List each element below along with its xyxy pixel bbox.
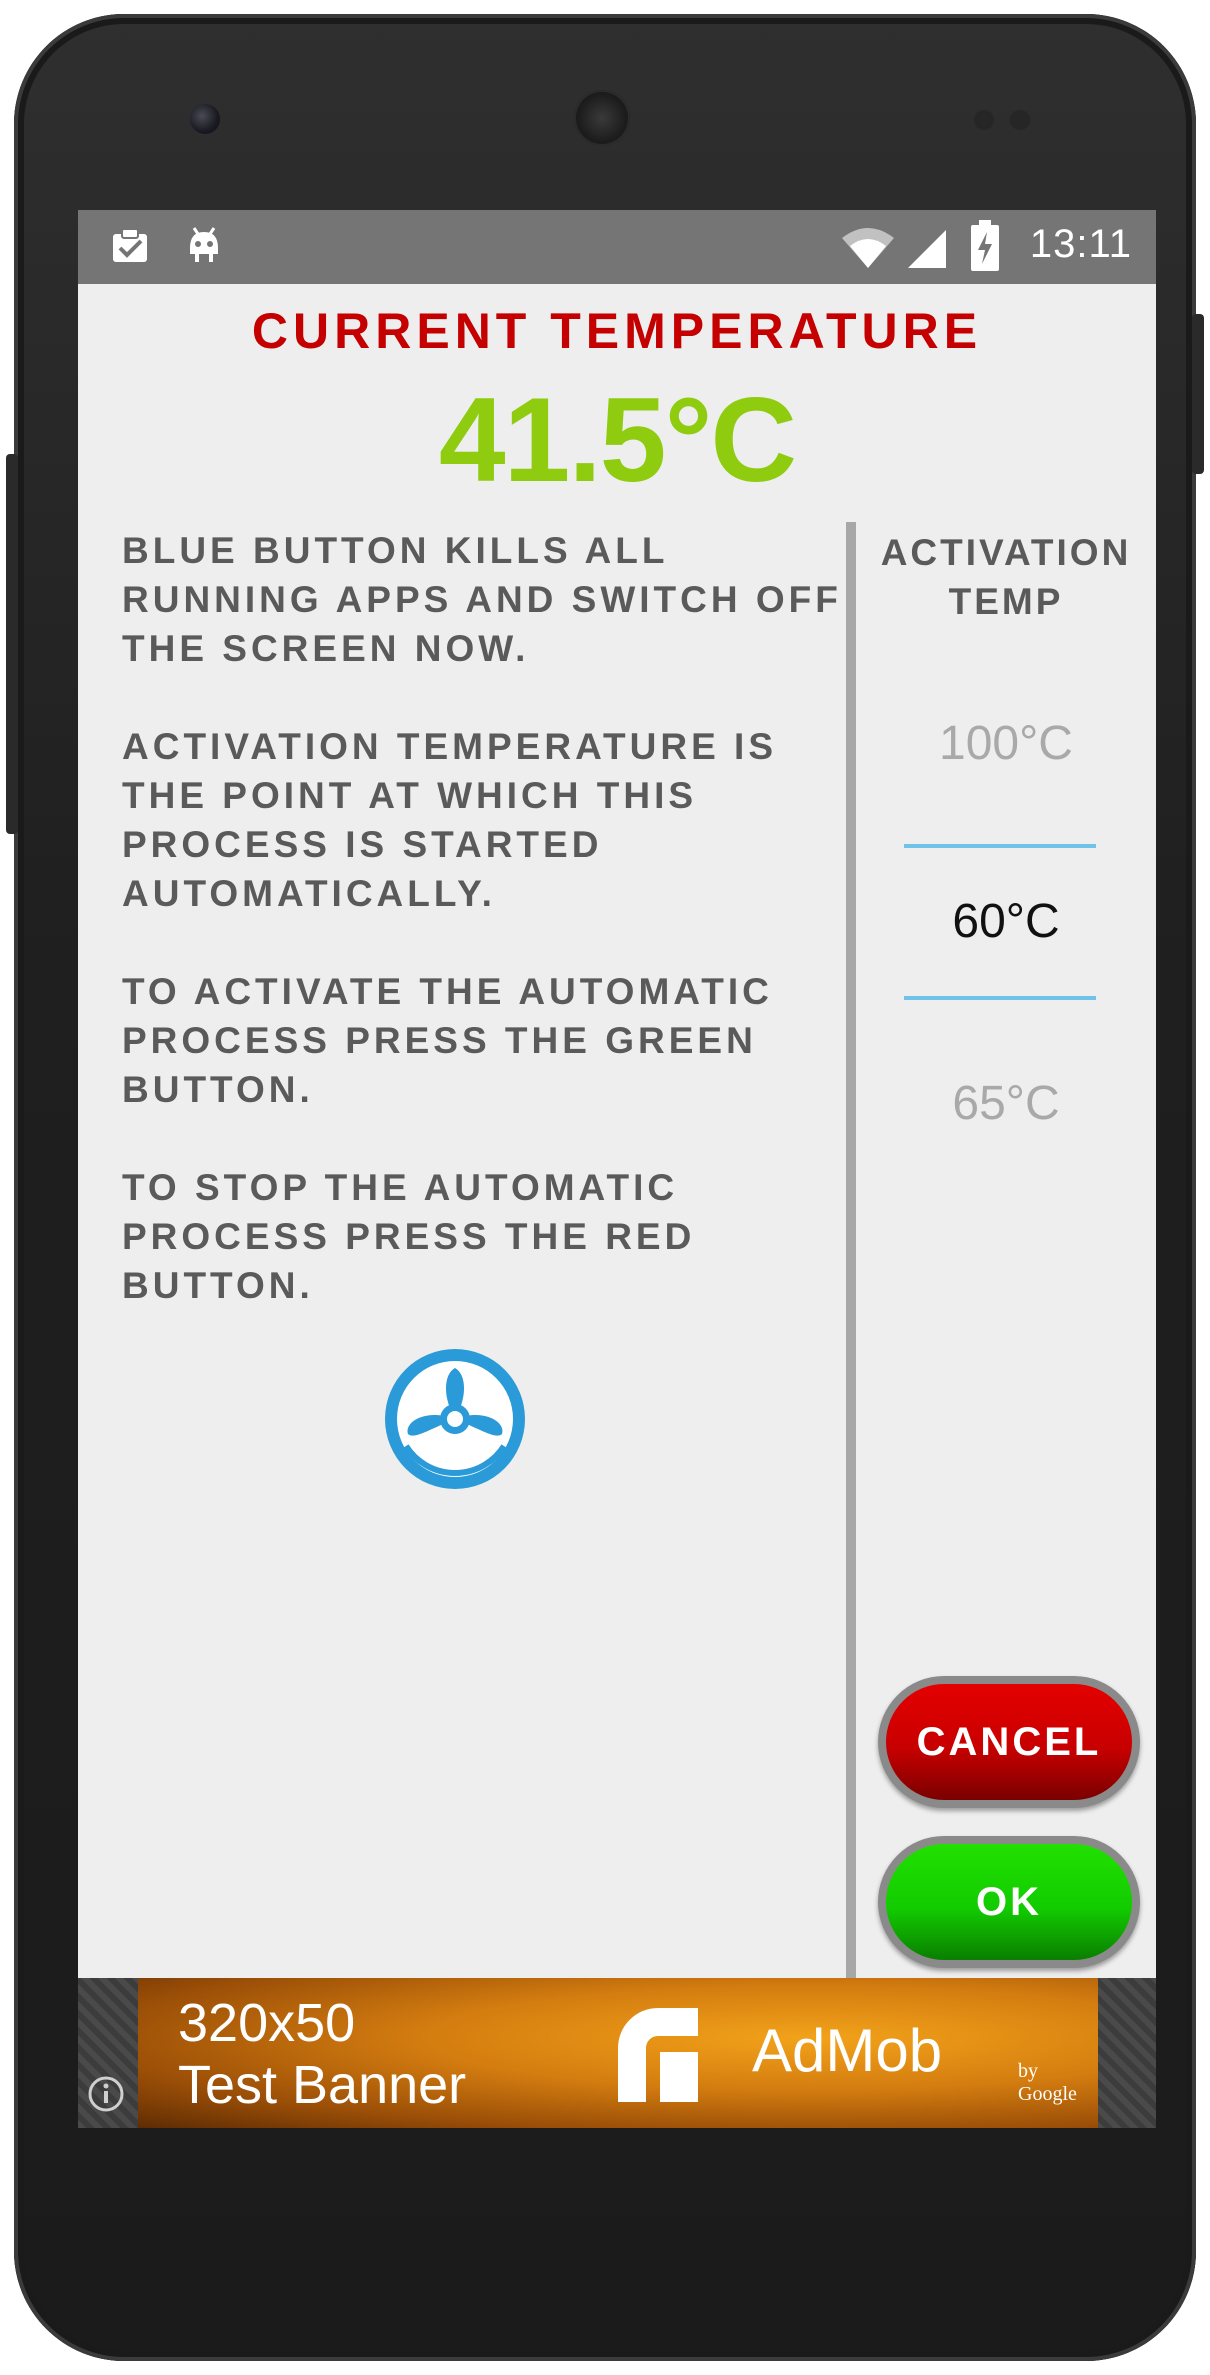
- ad-test-text: Test Banner: [178, 2055, 467, 2115]
- instruction-paragraph: To stop the automatic process press the …: [122, 1167, 696, 1306]
- admob-by-google: by Google: [1018, 2060, 1077, 2105]
- ad-banner-area: 320x50 Test Banner AdMob by Google: [78, 1978, 1156, 2128]
- picker-selected-option[interactable]: 60°C: [856, 894, 1156, 949]
- clipboard-check-icon: [108, 224, 152, 272]
- front-camera: [190, 104, 220, 134]
- fan-icon: [385, 1349, 525, 1489]
- activation-label-line: Temp: [948, 581, 1064, 622]
- ok-button[interactable]: OK: [878, 1836, 1140, 1968]
- instructions: Blue button kills all running apps and s…: [122, 526, 842, 1359]
- instruction-paragraph: Blue button kills all running apps and s…: [122, 530, 842, 669]
- ad-banner[interactable]: 320x50 Test Banner AdMob by Google: [138, 1978, 1098, 2128]
- light-sensor: [1010, 110, 1030, 130]
- earpiece-speaker: [574, 90, 630, 146]
- picker-option[interactable]: 100°C: [856, 716, 1156, 771]
- kill-apps-button[interactable]: [382, 1346, 528, 1492]
- instruction-paragraph: Activation temperature is the point at w…: [122, 726, 777, 914]
- cancel-button-label: Cancel: [886, 1684, 1132, 1800]
- ad-info-icon[interactable]: [86, 2074, 126, 2114]
- page-title: Current Temperature: [251, 303, 983, 359]
- vertical-divider: [846, 522, 856, 2128]
- volume-button: [6, 454, 18, 834]
- instruction-paragraph: To activate the automatic process press …: [122, 971, 773, 1110]
- admob-brand: AdMob: [752, 2017, 943, 2084]
- ad-size-text: 320x50: [178, 1993, 356, 2053]
- android-debug-icon: [182, 224, 226, 272]
- activation-label-line: Activation: [880, 532, 1132, 573]
- cell-signal-icon: [904, 226, 948, 274]
- admob-logo-icon: [618, 2008, 698, 2102]
- proximity-sensor: [974, 110, 994, 130]
- wifi-icon: [840, 226, 896, 274]
- ok-button-label: OK: [886, 1844, 1132, 1960]
- battery-charging-icon: [970, 220, 1000, 276]
- cancel-button[interactable]: Cancel: [878, 1676, 1140, 1808]
- app-screen: 13:11 Current Temperature 41.5°C Blue bu…: [78, 210, 1156, 2128]
- picker-option[interactable]: 65°C: [856, 1076, 1156, 1131]
- activation-temp-label: Activation Temp: [856, 528, 1156, 626]
- current-temperature: 41.5°C: [438, 373, 797, 507]
- picker-selection-line: [904, 996, 1096, 1000]
- phone-frame: 13:11 Current Temperature 41.5°C Blue bu…: [6, 14, 1204, 2361]
- picker-selection-line: [904, 844, 1096, 848]
- status-time: 13:11: [1029, 222, 1132, 266]
- status-bar: 13:11: [78, 210, 1156, 284]
- power-button: [1192, 314, 1204, 474]
